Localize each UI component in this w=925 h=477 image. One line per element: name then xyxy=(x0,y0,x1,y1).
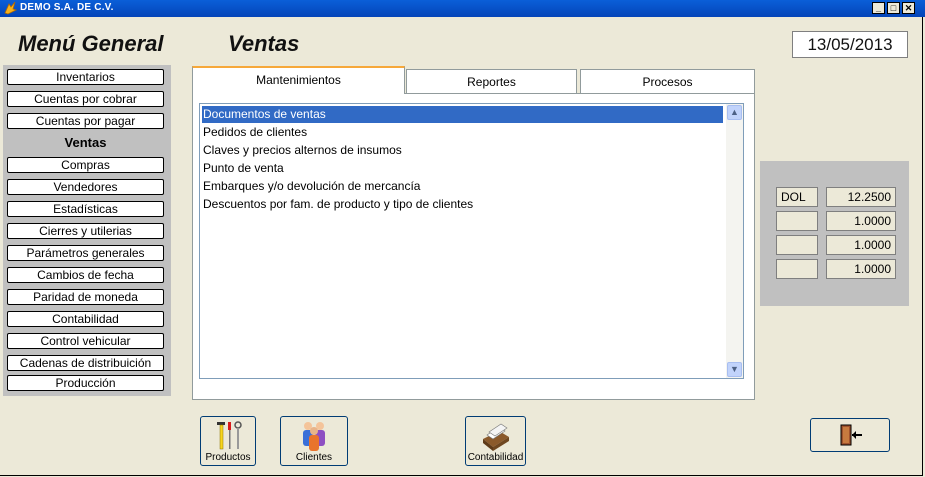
rate-value-1: 12.2500 xyxy=(826,187,896,207)
sidebar-item-paridad-de-moneda[interactable]: Paridad de moneda xyxy=(7,289,164,305)
list-item-punto-de-venta[interactable]: Punto de venta xyxy=(202,160,723,177)
tab-mantenimientos[interactable]: Mantenimientos xyxy=(192,66,405,94)
sidebar-item-ventas[interactable]: Ventas xyxy=(7,135,164,151)
clientes-button[interactable]: Clientes xyxy=(280,416,348,466)
productos-label: Productos xyxy=(205,452,251,463)
scroll-up-arrow-icon[interactable]: ▲ xyxy=(727,105,742,120)
rate-code-4 xyxy=(776,259,818,279)
close-button[interactable]: ✕ xyxy=(902,2,915,14)
scroll-down-arrow-icon[interactable]: ▼ xyxy=(727,362,742,377)
maximize-button[interactable]: □ xyxy=(887,2,900,14)
sidebar-panel: Inventarios Cuentas por cobrar Cuentas p… xyxy=(3,65,171,396)
list-item-descuentos[interactable]: Descuentos por fam. de producto y tipo d… xyxy=(202,196,723,213)
sidebar-item-cambios-de-fecha[interactable]: Cambios de fecha xyxy=(7,267,164,283)
sidebar-item-compras[interactable]: Compras xyxy=(7,157,164,173)
rate-code-3 xyxy=(776,235,818,255)
list-item-claves-y-precios[interactable]: Claves y precios alternos de insumos xyxy=(202,142,723,159)
contabilidad-label: Contabilidad xyxy=(467,452,524,463)
list-item-pedidos-de-clientes[interactable]: Pedidos de clientes xyxy=(202,124,723,141)
sidebar-item-parametros-generales[interactable]: Parámetros generales xyxy=(7,245,164,261)
sidebar-item-cierres-y-utilerias[interactable]: Cierres y utilerias xyxy=(7,223,164,239)
tab-procesos[interactable]: Procesos xyxy=(580,69,755,94)
sidebar-item-vendedores[interactable]: Vendedores xyxy=(7,179,164,195)
contabilidad-button[interactable]: Contabilidad xyxy=(465,416,526,466)
clientes-label: Clientes xyxy=(295,452,333,463)
sidebar-item-estadisticas[interactable]: Estadísticas xyxy=(7,201,164,217)
people-icon xyxy=(303,422,325,451)
rate-value-4: 1.0000 xyxy=(826,259,896,279)
exit-door-icon xyxy=(840,424,862,446)
exit-button[interactable] xyxy=(810,418,890,452)
sidebar-item-cadenas-de-distribucion[interactable]: Cadenas de distribuición xyxy=(7,355,164,371)
rate-value-2: 1.0000 xyxy=(826,211,896,231)
window-title: DEMO S.A. DE C.V. xyxy=(20,2,114,13)
rate-code-2 xyxy=(776,211,818,231)
list-scrollbar[interactable]: ▲ ▼ xyxy=(726,104,743,378)
main-window: Menú General Ventas 13/05/2013 Inventari… xyxy=(0,17,923,476)
section-title: Ventas xyxy=(228,31,300,56)
list-item-embarques[interactable]: Embarques y/o devolución de mercancía xyxy=(202,178,723,195)
sidebar-item-cuentas-por-pagar[interactable]: Cuentas por pagar xyxy=(7,113,164,129)
tab-reportes[interactable]: Reportes xyxy=(406,69,577,94)
exchange-rates-panel: DOL 12.2500 1.0000 1.0000 1.0000 xyxy=(760,161,909,306)
minimize-button[interactable]: _ xyxy=(872,2,885,14)
app-logo-icon xyxy=(4,1,17,15)
sidebar-item-contabilidad[interactable]: Contabilidad xyxy=(7,311,164,327)
menu-title: Menú General xyxy=(18,31,164,56)
title-bar: DEMO S.A. DE C.V. _ □ ✕ xyxy=(0,0,925,17)
productos-button[interactable]: Productos xyxy=(200,416,256,466)
rate-value-3: 1.0000 xyxy=(826,235,896,255)
sidebar-item-cuentas-por-cobrar[interactable]: Cuentas por cobrar xyxy=(7,91,164,107)
options-listbox[interactable]: Documentos de ventas Pedidos de clientes… xyxy=(199,103,744,379)
list-item-documentos-de-ventas[interactable]: Documentos de ventas xyxy=(202,106,723,123)
sidebar-item-control-vehicular[interactable]: Control vehicular xyxy=(7,333,164,349)
sidebar-item-produccion[interactable]: Producción xyxy=(7,375,164,391)
tools-icon xyxy=(217,421,242,450)
date-display: 13/05/2013 xyxy=(792,31,908,58)
sidebar-item-inventarios[interactable]: Inventarios xyxy=(7,69,164,85)
rate-code-1: DOL xyxy=(776,187,818,207)
card-file-icon xyxy=(482,423,509,451)
tab-panel: Documentos de ventas Pedidos de clientes… xyxy=(192,93,755,400)
